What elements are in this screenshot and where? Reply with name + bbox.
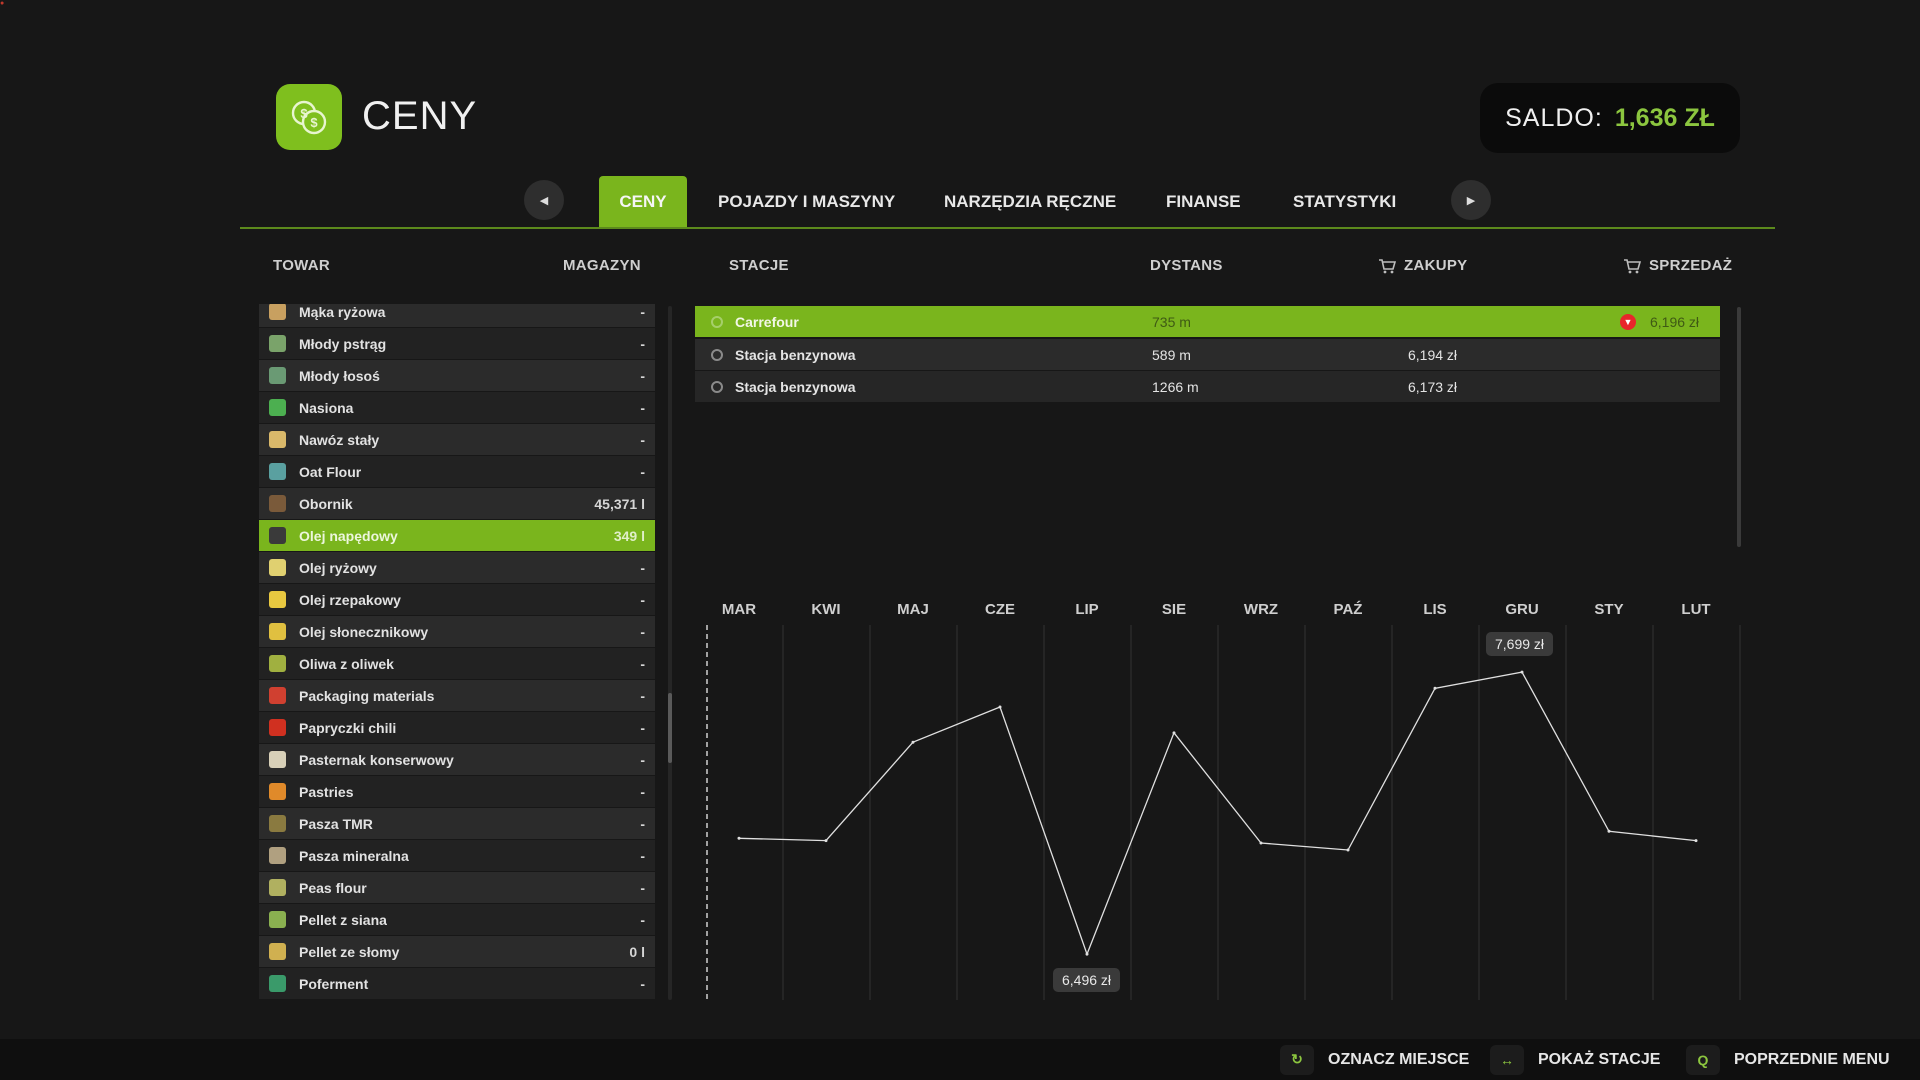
hint-label: POPRZEDNIE MENU <box>1734 1050 1890 1068</box>
hint-previous-menu[interactable]: Q POPRZEDNIE MENU <box>1686 1039 1890 1080</box>
price-point <box>1172 731 1176 735</box>
chart-month-label: MAR <box>721 601 757 618</box>
chart-month-label: KWI <box>811 601 841 618</box>
key-q: Q <box>1686 1044 1720 1075</box>
chart-month-label: LUT <box>1681 601 1711 618</box>
chart-month-label: WRZ <box>1243 601 1279 618</box>
price-point <box>1259 841 1263 845</box>
chart-month-label: LIP <box>1075 601 1099 618</box>
chart-month-label: SIE <box>1161 601 1187 618</box>
price-point <box>1433 686 1437 690</box>
hint-label: OZNACZ MIEJSCE <box>1328 1050 1470 1068</box>
price-point <box>998 705 1002 709</box>
chart-tooltip-max: 7,699 zł <box>1486 632 1554 657</box>
chart-month-label: GRU <box>1505 601 1539 618</box>
price-point <box>1085 952 1089 956</box>
price-point <box>1694 839 1698 843</box>
hint-label: POKAŻ STACJE <box>1538 1050 1661 1068</box>
price-point <box>1520 670 1524 674</box>
price-point <box>1346 848 1350 852</box>
price-point <box>911 740 915 744</box>
price-point <box>737 836 741 840</box>
chart-month-label: MAJ <box>897 601 929 618</box>
chart-month-label: LIS <box>1423 601 1447 618</box>
hint-mark-location[interactable]: ↻ OZNACZ MIEJSCE <box>1280 1039 1469 1080</box>
price-point <box>824 839 828 843</box>
chart-tooltip-min: 6,496 zł <box>1053 968 1121 993</box>
chart-month-label: STY <box>1594 601 1624 618</box>
hint-show-stations[interactable]: ↔ POKAŻ STACJE <box>1490 1039 1660 1080</box>
price-chart <box>706 625 1741 1000</box>
price-point <box>1607 829 1611 833</box>
chart-month-label: CZE <box>985 601 1015 618</box>
chart-month-label: PAŹ <box>1333 601 1363 618</box>
arrows-icon: ↔ <box>1490 1044 1524 1075</box>
refresh-icon: ↻ <box>1280 1044 1314 1075</box>
